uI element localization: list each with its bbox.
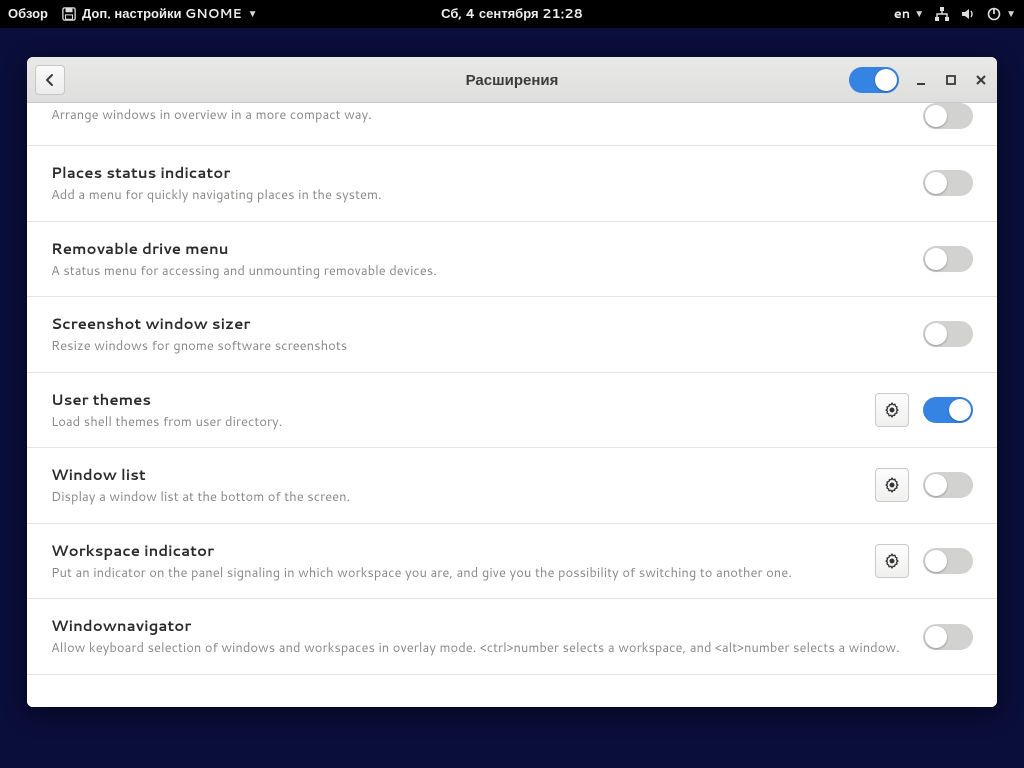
extension-toggle[interactable] bbox=[923, 321, 973, 347]
system-menu[interactable]: ▼ bbox=[986, 6, 1016, 22]
page-title: Расширения bbox=[466, 69, 559, 90]
gear-icon bbox=[884, 477, 900, 493]
extension-name: Windownavigator bbox=[51, 615, 909, 636]
extension-name: Screenshot window sizer bbox=[51, 313, 909, 334]
extension-name: Window list bbox=[51, 464, 861, 485]
app-menu-label: Доп. настройки GNOME bbox=[82, 5, 242, 23]
chevron-down-icon: ▼ bbox=[914, 7, 924, 21]
titlebar: Расширения bbox=[27, 57, 997, 103]
extension-text: User themes Load shell themes from user d… bbox=[51, 389, 861, 432]
extension-text: Places status indicator Add a menu for qu… bbox=[51, 162, 909, 205]
extension-text: Window list Display a window list at the … bbox=[51, 464, 861, 507]
maximize-button[interactable] bbox=[943, 72, 959, 88]
extension-text: Windownavigator Allow keyboard selection … bbox=[51, 615, 909, 658]
extension-description: Resize windows for gnome software screen… bbox=[51, 338, 909, 356]
master-extensions-switch[interactable] bbox=[849, 67, 899, 93]
activities-button[interactable]: Обзор bbox=[8, 5, 48, 23]
save-icon bbox=[62, 7, 76, 21]
extension-toggle[interactable] bbox=[923, 548, 973, 574]
extension-description: Allow keyboard selection of windows and … bbox=[51, 640, 909, 658]
extensions-list: Native window placementArrange windows i… bbox=[27, 103, 997, 707]
extension-settings-button[interactable] bbox=[875, 544, 909, 578]
extension-settings-button[interactable] bbox=[875, 393, 909, 427]
extension-row-screenshot-window-sizer: Screenshot window sizer Resize windows fo… bbox=[27, 297, 997, 373]
chevron-down-icon: ▼ bbox=[248, 7, 258, 21]
extension-toggle[interactable] bbox=[923, 246, 973, 272]
minimize-button[interactable] bbox=[913, 72, 929, 88]
volume-icon[interactable] bbox=[960, 6, 976, 22]
gear-icon bbox=[884, 553, 900, 569]
chevron-down-icon: ▼ bbox=[1006, 7, 1016, 21]
extension-name: Places status indicator bbox=[51, 162, 909, 183]
extension-row-windownavigator: Windownavigator Allow keyboard selection … bbox=[27, 599, 997, 675]
extension-toggle[interactable] bbox=[923, 472, 973, 498]
extension-text: Removable drive menu A status menu for ac… bbox=[51, 238, 909, 281]
extension-description: Display a window list at the bottom of t… bbox=[51, 489, 861, 507]
extension-row-user-themes: User themes Load shell themes from user d… bbox=[27, 373, 997, 449]
extension-description: A status menu for accessing and unmounti… bbox=[51, 263, 909, 281]
extension-name: Removable drive menu bbox=[51, 238, 909, 259]
chevron-left-icon bbox=[44, 73, 56, 87]
extensions-window: Расширения Native window placementArrang… bbox=[27, 57, 997, 707]
input-source-indicator[interactable]: en ▼ bbox=[894, 5, 924, 23]
extension-description: Arrange windows in overview in a more co… bbox=[51, 107, 909, 125]
extension-row-places-status-indicator: Places status indicator Add a menu for qu… bbox=[27, 146, 997, 222]
extension-settings-button[interactable] bbox=[875, 468, 909, 502]
close-button[interactable] bbox=[973, 72, 989, 88]
extension-text: Native window placementArrange windows i… bbox=[51, 107, 909, 125]
extension-text: Workspace indicator Put an indicator on t… bbox=[51, 540, 861, 583]
gnome-top-panel: Обзор Доп. настройки GNOME ▼ Сб, 4 сентя… bbox=[0, 0, 1024, 28]
extension-text: Screenshot window sizer Resize windows fo… bbox=[51, 313, 909, 356]
extension-row-native-window-placement: Native window placementArrange windows i… bbox=[27, 103, 997, 146]
clock[interactable]: Сб, 4 сентября 21:28 bbox=[441, 5, 583, 23]
extension-toggle[interactable] bbox=[923, 103, 973, 129]
extension-description: Load shell themes from user directory. bbox=[51, 414, 861, 432]
extension-row-window-list: Window list Display a window list at the … bbox=[27, 448, 997, 524]
extension-toggle[interactable] bbox=[923, 170, 973, 196]
extension-toggle[interactable] bbox=[923, 397, 973, 423]
close-icon bbox=[975, 74, 987, 86]
network-icon[interactable] bbox=[934, 6, 950, 22]
extension-description: Put an indicator on the panel signaling … bbox=[51, 565, 861, 583]
back-button[interactable] bbox=[35, 65, 65, 95]
extension-row-removable-drive-menu: Removable drive menu A status menu for ac… bbox=[27, 222, 997, 298]
extension-row-workspace-indicator: Workspace indicator Put an indicator on t… bbox=[27, 524, 997, 600]
power-icon bbox=[986, 6, 1002, 22]
extension-name: Workspace indicator bbox=[51, 540, 861, 561]
app-menu[interactable]: Доп. настройки GNOME ▼ bbox=[62, 5, 258, 23]
gear-icon bbox=[884, 402, 900, 418]
extension-toggle[interactable] bbox=[923, 624, 973, 650]
extension-description: Add a menu for quickly navigating places… bbox=[51, 187, 909, 205]
extension-name: User themes bbox=[51, 389, 861, 410]
